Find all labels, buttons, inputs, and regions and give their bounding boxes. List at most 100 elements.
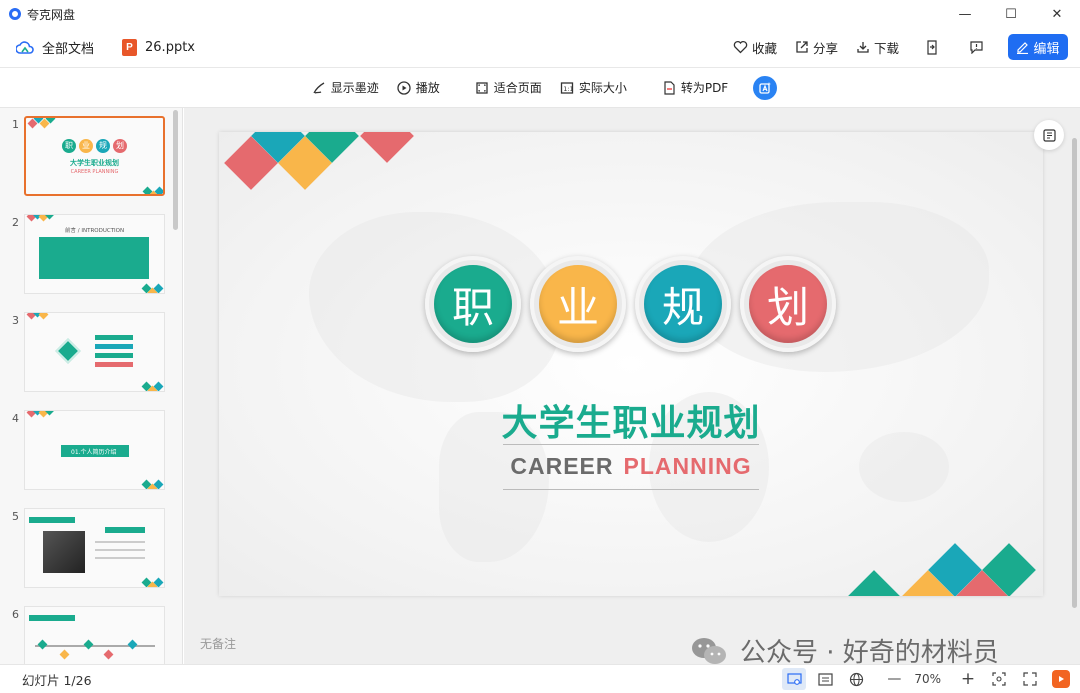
title-char-circle: 规 [635,256,731,352]
to-pdf-label: 转为PDF [680,81,729,95]
divider-line [503,444,759,445]
ai-assistant-icon [759,81,772,94]
actual-size-button[interactable]: 1:1 实际大小 [560,79,627,96]
slide-thumbnail[interactable] [24,508,165,588]
thumbnail-row[interactable]: 3 [0,312,182,396]
thumbnail-number: 6 [12,608,19,621]
slide-thumbnail[interactable] [24,312,165,392]
thumbnail-title: 大学生职业规划 [70,159,119,167]
nav-actions: 收藏 分享 下载 编辑 [715,34,1068,60]
thumbnail-title: 前言 / INTRODUCTION [65,228,125,234]
heart-icon [733,40,748,54]
viewer-scrollbar[interactable] [1072,138,1077,608]
normal-view-button[interactable] [782,668,807,690]
slide-thumbnail[interactable]: 01.个人简历介绍 [24,410,165,490]
all-docs-link[interactable]: 全部文档 [16,38,94,57]
slide-thumbnail[interactable] [24,606,165,664]
to-pdf-button[interactable]: 转为PDF [662,79,728,96]
slide-side-tool-button[interactable] [1034,120,1064,150]
fit-window-icon [992,672,1006,686]
cloud-icon [16,40,34,54]
svg-text:1:1: 1:1 [563,85,573,93]
current-slide[interactable]: 职 业 规 划 大学生职业规划 CAREER PLANNING [219,132,1043,596]
slide-thumbnails-panel: 1 职 业 规 划 大学生职业规划 CAREER PLANNING 2 前言 /… [0,108,183,664]
edit-button[interactable]: 编辑 [1008,34,1068,60]
status-controls: — 70% + [775,668,1070,690]
file-tab[interactable]: P 26.pptx [122,39,195,56]
minimize-button[interactable]: — [942,0,988,28]
decor-diamond [847,570,901,596]
slide-notes: 无备注 [200,637,237,651]
thumbnail-number: 1 [12,118,19,131]
pptx-file-icon: P [122,39,138,56]
thumbnail-row[interactable]: 6 [0,606,182,664]
app-logo-icon [9,8,21,20]
export-icon [927,39,937,55]
ai-assistant-button[interactable] [753,75,778,100]
thumbnail-row[interactable]: 4 01.个人简历介绍 [0,410,182,494]
top-navigation: 全部文档 P 26.pptx 收藏 分享 下载 编辑 [0,28,1080,68]
play-button[interactable]: 播放 [397,79,440,96]
download-label: 下载 [873,40,899,56]
show-ink-button[interactable]: 显示墨迹 [312,79,379,96]
normal-view-icon [787,672,802,685]
thumbnail-title: 01.个人简历介绍 [71,449,117,456]
favorite-button[interactable]: 收藏 [733,38,777,57]
edit-label: 编辑 [1033,41,1060,57]
fit-page-button[interactable]: 适合页面 [475,79,542,96]
show-ink-label: 显示墨迹 [330,81,379,95]
notes-view-button[interactable] [813,668,837,690]
subtitle-career: CAREER [510,453,614,479]
maximize-button[interactable]: ☐ [988,0,1034,28]
slide-viewer[interactable]: 职 业 规 划 大学生职业规划 CAREER PLANNING 无备注 [184,108,1080,664]
translate-icon [1042,128,1056,142]
thumbnail-row[interactable]: 2 前言 / INTRODUCTION [0,214,182,298]
thumbnail-number: 3 [12,314,19,327]
thumbnail-number: 2 [12,216,19,229]
divider-line [503,489,759,490]
favorite-label: 收藏 [751,40,777,56]
share-button[interactable]: 分享 [795,38,838,57]
share-label: 分享 [812,40,838,56]
fullscreen-button[interactable] [1018,668,1042,690]
thumbnail-number: 5 [12,510,19,523]
slideshow-button[interactable] [1052,670,1070,688]
slide-thumbnail[interactable]: 职 业 规 划 大学生职业规划 CAREER PLANNING [24,116,165,196]
wechat-logo-icon [692,637,726,664]
title-char-circle: 职 [425,256,521,352]
thumbnail-row[interactable]: 1 职 业 规 划 大学生职业规划 CAREER PLANNING [0,116,182,200]
play-icon [1059,676,1064,682]
pdf-icon [664,80,675,95]
zoom-in-button[interactable]: + [956,668,980,690]
viewer-toolbar: 显示墨迹 播放 适合页面 1:1 实际大小 转为PDF [0,68,1080,108]
zoom-out-button[interactable]: — [882,668,906,690]
all-docs-label: 全部文档 [42,42,95,57]
title-char: 职 [434,265,512,343]
comment-icon [970,41,983,54]
web-view-button[interactable] [844,668,868,690]
globe-icon [849,672,863,686]
fullscreen-icon [1023,672,1037,686]
thumbnail-number: 4 [12,412,19,425]
file-name: 26.pptx [145,40,195,55]
play-label: 播放 [415,81,440,95]
fit-page-icon [476,81,488,94]
comment-button[interactable] [969,40,988,54]
thumbnail-row[interactable]: 5 [0,508,182,592]
status-bar: 幻灯片 1/26 — 70% + [0,664,1080,693]
window-controls: — ☐ ✕ [942,0,1080,28]
decor-diamond [360,132,414,163]
title-bar: 夸克网盘 — ☐ ✕ [0,0,1080,28]
download-button[interactable]: 下载 [856,38,899,57]
slide-subtitle: CAREER PLANNING [219,453,1043,480]
share-icon [796,41,808,53]
export-button[interactable] [925,39,943,55]
fit-window-button[interactable] [987,668,1011,690]
close-button[interactable]: ✕ [1034,0,1080,28]
actual-size-icon: 1:1 [560,81,573,94]
title-char: 业 [539,265,617,343]
fit-page-label: 适合页面 [493,81,542,95]
title-char: 规 [644,265,722,343]
slide-thumbnail[interactable]: 前言 / INTRODUCTION [24,214,165,294]
thumbnail-subtitle: CAREER PLANNING [70,169,119,175]
